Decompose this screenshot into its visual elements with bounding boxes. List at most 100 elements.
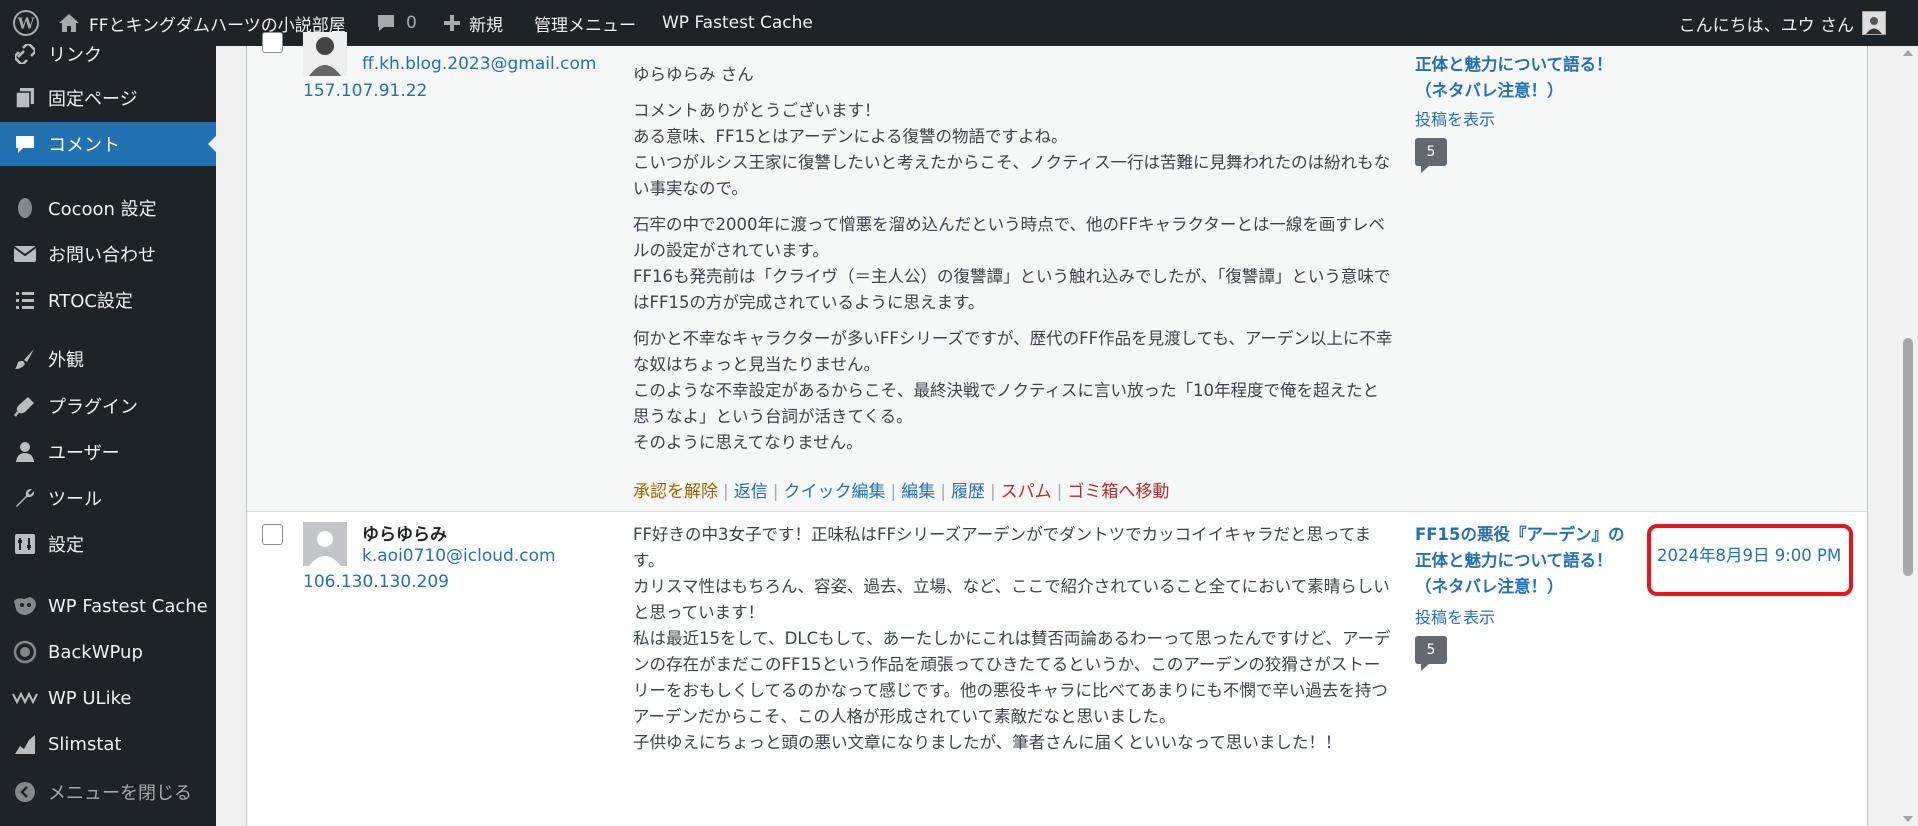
sidebar-item-slimstat[interactable]: Slimstat [0,722,216,766]
history-link[interactable]: 履歴 [951,482,985,502]
comment-count-badge[interactable]: 5 [1415,138,1447,173]
sidebar-item-backwpup[interactable]: BackWPup [0,630,216,674]
unapprove-link[interactable]: 承認を解除 [633,482,718,502]
home-icon [58,12,80,34]
reply-link[interactable]: 返信 [734,482,768,502]
comment-paragraph: 何かと不幸なキャラクターが多いFFシリーズですが、歴代のFF作品を見渡しても、ア… [633,329,1393,452]
comment-count: 5 [1426,144,1436,160]
sidebar-item-appearance[interactable]: 外観 [0,337,216,381]
edit-link[interactable]: 編集 [901,482,935,502]
collapse-menu-button[interactable]: メニューを閉じる [0,770,216,814]
sidebar-item-plugins[interactable]: プラグイン [0,384,216,428]
sidebar-item-label: WP Fastest Cache [48,595,208,617]
author-ip-link[interactable]: 106.130.130.209 [303,572,449,592]
mail-icon [12,241,38,267]
sidebar-item-label: ユーザー [48,443,120,464]
sidebar-item-settings[interactable]: 設定 [0,522,216,566]
sidebar-item-label: お問い合わせ [48,245,156,266]
author-email-link[interactable]: ff.kh.blog.2023@gmail.com [362,54,596,74]
sidebar-item-label: リンク [48,45,102,66]
sidebar-item-pages[interactable]: 固定ページ [0,76,216,120]
comments-table: ff.kh.blog.2023@gmail.com 157.107.91.22 … [246,32,1868,826]
sidebar-item-contact[interactable]: お問い合わせ [0,232,216,276]
sidebar-item-label: Slimstat [48,733,122,755]
trash-link[interactable]: ゴミ箱へ移動 [1067,482,1169,502]
wrench-icon [12,485,38,511]
author-name: ゆらゆらみ [362,525,447,545]
scrollbar-thumb[interactable] [1903,338,1913,576]
view-post-link[interactable]: 投稿を表示 [1415,604,1495,628]
sidebar-item-wp-fastest-cache[interactable]: WP Fastest Cache [0,584,216,628]
list-icon [12,287,38,313]
page-icon [12,85,38,111]
cocoon-icon [12,195,38,221]
author-ip-link[interactable]: 157.107.91.22 [303,81,427,101]
row-checkbox[interactable] [262,32,283,53]
comment-paragraph: FF好きの中3女子です！正味私はFFシリーズアーデンがでダントツでカッコイイキャ… [633,525,1391,752]
spam-link[interactable]: スパム [1001,482,1052,502]
plugin-icon [12,393,38,419]
sidebar-item-rtoc[interactable]: RTOC設定 [0,278,216,322]
cache-label: WP Fastest Cache [662,13,813,33]
quick-edit-link[interactable]: クイック編集 [783,482,885,502]
view-post-link[interactable]: 投稿を表示 [1415,106,1495,130]
sidebar-item-links[interactable]: リンク [0,32,216,76]
link-icon [12,41,38,67]
comment-row: ゆらゆらみ k.aoi0710@icloud.com 106.130.130.2… [247,512,1867,826]
user-avatar-icon [1862,11,1886,35]
comment-bubble-icon [376,13,396,33]
page-scrollbar[interactable] [1898,46,1918,826]
comment-paragraph: コメントありがとうございます！ ある意味、FF15とはアーデンによる復讐の物語で… [633,101,1391,198]
sidebar-item-label: コメント [48,135,120,156]
cheetah-icon [12,593,38,619]
sidebar-item-label: Cocoon 設定 [48,199,157,220]
admin-menu-label: 管理メニュー [534,15,636,36]
sidebar-item-label: ツール [48,489,102,510]
my-account[interactable]: こんにちは、ユウ さん [1679,0,1886,46]
sidebar-item-users[interactable]: ユーザー [0,430,216,474]
sidebar-item-label: 設定 [48,535,84,556]
highlight-annotation-box [1647,524,1853,596]
settings-icon [12,531,38,557]
post-title-link[interactable]: FF15の悪役『アーデン』の正体と魅力について語る！（ネタバレ注意！） [1415,522,1630,600]
comment-paragraph: 石牢の中で2000年に渡って憎悪を溜め込んだという時点で、他のFFキャラクターと… [633,215,1391,312]
brush-icon [12,346,38,372]
sidebar-item-tools[interactable]: ツール [0,476,216,520]
post-title-link[interactable]: 正体と魅力について語る！（ネタバレ注意！） [1415,52,1630,104]
row-checkbox[interactable] [262,524,283,545]
admin-menu-link[interactable]: 管理メニュー [534,0,636,46]
sidebar-item-label: プラグイン [48,397,138,418]
ulike-icon [12,685,38,711]
scroll-down-arrow-icon[interactable] [1903,816,1913,822]
admin-bar: W FFとキングダムハーツの小説部屋 0 新規 管理メニュー WP Fastes… [0,0,1918,46]
sidebar-item-wp-ulike[interactable]: WP ULike [0,676,216,720]
comment-paragraph: ゆらゆらみ さん [633,65,754,84]
sidebar-item-label: BackWPup [48,641,143,663]
sidebar-item-label: 固定ページ [48,89,138,110]
comment-text: ゆらゆらみ さん コメントありがとうございます！ ある意味、FF15とはアーデン… [633,62,1393,466]
backup-icon [12,639,38,665]
new-label: 新規 [469,15,503,36]
comment-count: 5 [1426,642,1436,658]
comment-row: ff.kh.blog.2023@gmail.com 157.107.91.22 … [247,32,1867,512]
sidebar-item-label: RTOC設定 [48,291,133,312]
sidebar-item-comments[interactable]: コメント [0,122,216,166]
sidebar-item-label: WP ULike [48,687,132,709]
sidebar-item-label: メニューを閉じる [48,783,192,804]
scroll-up-arrow-icon[interactable] [1903,50,1913,56]
svg-text:W: W [17,15,36,33]
comments-link[interactable]: 0 [376,0,417,46]
user-icon [12,439,38,465]
chart-icon [12,731,38,757]
comments-count: 0 [406,13,417,33]
avatar [303,522,347,566]
admin-sidebar: リンク 固定ページ コメント Cocoon 設定 お問い合わせ RTOC設定 外… [0,44,216,826]
new-content-button[interactable]: 新規 [443,0,503,46]
author-email-link[interactable]: k.aoi0710@icloud.com [362,546,556,566]
comments-main: ff.kh.blog.2023@gmail.com 157.107.91.22 … [216,32,1918,826]
comment-count-badge[interactable]: 5 [1415,636,1447,671]
wp-fastest-cache-link[interactable]: WP Fastest Cache [662,0,813,46]
comment-icon [12,131,38,157]
greeting-text: こんにちは、ユウ さん [1678,15,1854,36]
sidebar-item-cocoon[interactable]: Cocoon 設定 [0,186,216,230]
